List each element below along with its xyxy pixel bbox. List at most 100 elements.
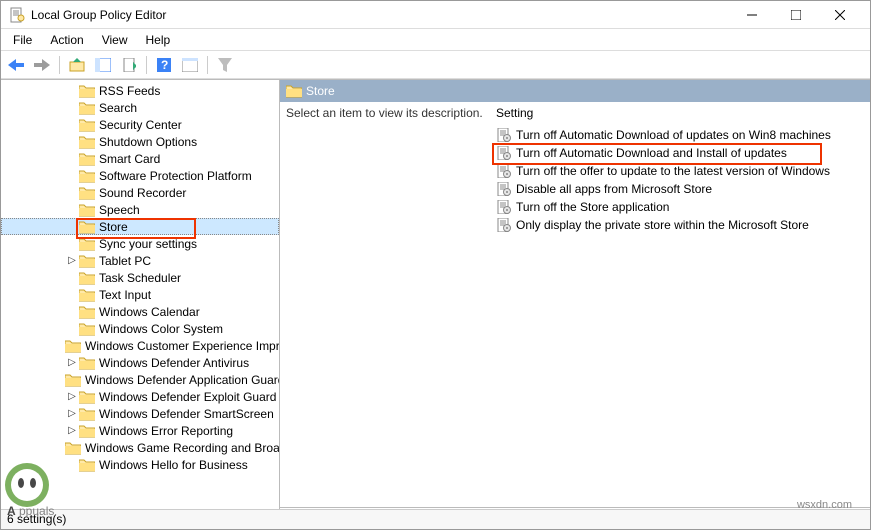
setting-row[interactable]: Disable all apps from Microsoft Store <box>490 180 870 198</box>
expander-icon[interactable]: ▷ <box>65 254 79 268</box>
content-area: RSS FeedsSearchSecurity CenterShutdown O… <box>1 79 870 529</box>
expander-placeholder <box>65 118 79 132</box>
back-button[interactable] <box>5 54 27 76</box>
folder-icon <box>79 322 95 336</box>
policy-icon <box>496 218 512 232</box>
expander-placeholder <box>65 84 79 98</box>
tree-item-label: Store <box>99 220 128 234</box>
folder-icon <box>79 237 95 251</box>
tree-item[interactable]: Windows Calendar <box>1 303 279 320</box>
tree-item[interactable]: Windows Game Recording and Broadcasting <box>1 439 279 456</box>
watermark-text: wsxdn.com <box>797 499 852 511</box>
tree-item[interactable]: Sound Recorder <box>1 184 279 201</box>
description-column: Select an item to view its description. <box>280 102 490 507</box>
policy-icon <box>496 200 512 214</box>
settings-list[interactable]: Setting Turn off Automatic Download of u… <box>490 102 870 507</box>
tree-item[interactable]: Windows Color System <box>1 320 279 337</box>
tree-item[interactable]: Sync your settings <box>1 235 279 252</box>
maximize-icon <box>791 10 801 20</box>
tree-item[interactable]: Shutdown Options <box>1 133 279 150</box>
forward-button[interactable] <box>31 54 53 76</box>
policy-icon <box>496 164 512 178</box>
setting-row[interactable]: Turn off Automatic Download of updates o… <box>490 126 870 144</box>
titlebar: Local Group Policy Editor <box>1 1 870 29</box>
tree-item-label: Windows Calendar <box>99 305 200 319</box>
settings-column-header[interactable]: Setting <box>490 102 870 124</box>
folder-icon <box>79 254 95 268</box>
folder-icon <box>79 305 95 319</box>
folder-icon <box>79 271 95 285</box>
folder-icon <box>79 407 95 421</box>
tree-item[interactable]: Store <box>1 218 279 235</box>
expander-placeholder <box>65 288 79 302</box>
svg-text:?: ? <box>161 58 168 72</box>
tree-item[interactable]: Text Input <box>1 286 279 303</box>
folder-icon <box>79 169 95 183</box>
folder-icon <box>79 203 95 217</box>
tree-item[interactable]: ▷Windows Error Reporting <box>1 422 279 439</box>
tree-item[interactable]: ▷Windows Defender SmartScreen <box>1 405 279 422</box>
up-button[interactable] <box>66 54 88 76</box>
tree-item[interactable]: Windows Defender Application Guard <box>1 371 279 388</box>
expander-placeholder <box>65 237 79 251</box>
setting-label: Turn off the Store application <box>516 200 669 214</box>
minimize-button[interactable] <box>730 5 774 25</box>
export-list-icon <box>122 58 136 72</box>
setting-label: Turn off the offer to update to the late… <box>516 164 830 178</box>
properties-button[interactable] <box>179 54 201 76</box>
menu-action[interactable]: Action <box>42 31 91 48</box>
maximize-button[interactable] <box>774 5 818 25</box>
toolbar: ? <box>1 51 870 79</box>
tree-item[interactable]: Windows Customer Experience Improvement … <box>1 337 279 354</box>
policy-icon <box>496 128 512 142</box>
arrow-right-icon <box>34 59 50 71</box>
expander-icon[interactable]: ▷ <box>65 424 79 438</box>
menu-help[interactable]: Help <box>138 31 179 48</box>
expander-placeholder <box>65 322 79 336</box>
expander-icon[interactable]: ▷ <box>65 390 79 404</box>
setting-row[interactable]: Only display the private store within th… <box>490 216 870 234</box>
tree-item[interactable]: Windows Hello for Business <box>1 456 279 473</box>
menu-view[interactable]: View <box>94 31 136 48</box>
tree-item[interactable]: Smart Card <box>1 150 279 167</box>
tree-item-label: Task Scheduler <box>99 271 181 285</box>
tree-item[interactable]: ▷Windows Defender Exploit Guard <box>1 388 279 405</box>
tree-panel[interactable]: RSS FeedsSearchSecurity CenterShutdown O… <box>1 80 280 529</box>
setting-row[interactable]: Turn off the offer to update to the late… <box>490 162 870 180</box>
export-button[interactable] <box>118 54 140 76</box>
tree-item-label: Software Protection Platform <box>99 169 252 183</box>
toolbar-separator <box>59 56 60 74</box>
tree-item[interactable]: Speech <box>1 201 279 218</box>
menu-file[interactable]: File <box>5 31 40 48</box>
folder-icon <box>79 424 95 438</box>
tree-item[interactable]: RSS Feeds <box>1 82 279 99</box>
tree-item-label: RSS Feeds <box>99 84 160 98</box>
tree-item[interactable]: Security Center <box>1 116 279 133</box>
filter-button[interactable] <box>214 54 236 76</box>
setting-row[interactable]: Turn off the Store application <box>490 198 870 216</box>
tree-item[interactable]: Software Protection Platform <box>1 167 279 184</box>
show-hide-tree-button[interactable] <box>92 54 114 76</box>
setting-label: Turn off Automatic Download and Install … <box>516 146 787 160</box>
tree-item[interactable]: Search <box>1 99 279 116</box>
description-text: Select an item to view its description. <box>286 106 483 120</box>
folder-icon <box>79 101 95 115</box>
tree-item[interactable]: ▷Tablet PC <box>1 252 279 269</box>
policy-icon <box>496 182 512 196</box>
setting-row[interactable]: Turn off Automatic Download and Install … <box>490 144 870 162</box>
menubar: File Action View Help <box>1 29 870 51</box>
expander-placeholder <box>65 271 79 285</box>
tree-item-label: Windows Game Recording and Broadcasting <box>85 441 280 455</box>
expander-placeholder <box>65 458 79 472</box>
tree-item[interactable]: Task Scheduler <box>1 269 279 286</box>
details-header: Store <box>280 80 870 102</box>
close-button[interactable] <box>818 5 862 25</box>
toolbar-separator <box>207 56 208 74</box>
tree-item[interactable]: ▷Windows Defender Antivirus <box>1 354 279 371</box>
tree-item-label: Sync your settings <box>99 237 197 251</box>
help-button[interactable]: ? <box>153 54 175 76</box>
expander-placeholder <box>65 305 79 319</box>
folder-icon <box>79 390 95 404</box>
expander-icon[interactable]: ▷ <box>65 407 79 421</box>
expander-icon[interactable]: ▷ <box>65 356 79 370</box>
